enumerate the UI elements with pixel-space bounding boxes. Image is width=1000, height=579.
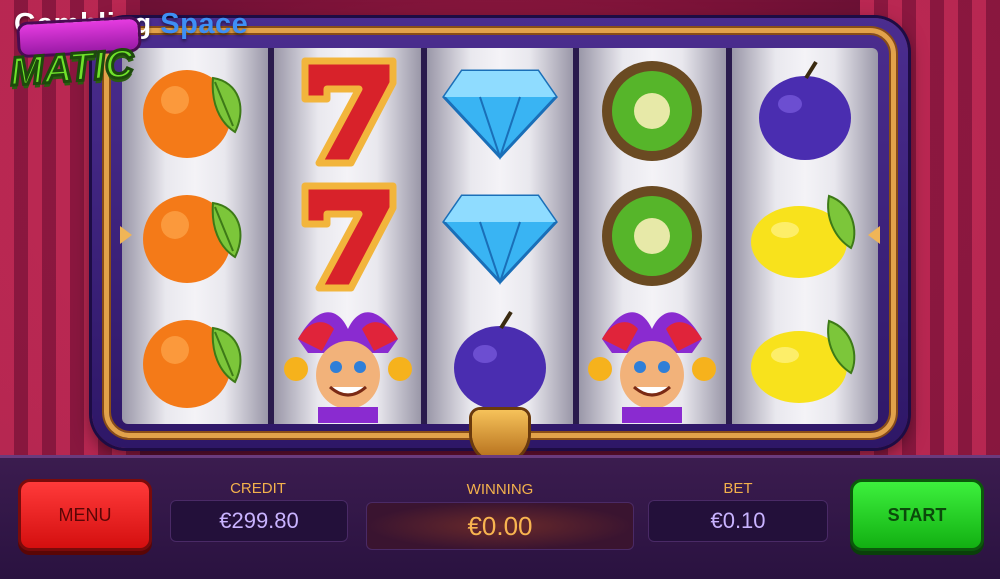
credit-label: CREDIT <box>230 480 286 497</box>
reel-3 <box>426 48 574 424</box>
lemon-icon <box>732 173 878 298</box>
winning-value: €0.00 <box>366 502 634 550</box>
lemon-icon <box>732 299 878 424</box>
start-button[interactable]: START <box>850 479 984 551</box>
plum-icon <box>732 48 878 173</box>
winning-label: WINNING <box>466 481 534 498</box>
orange-icon <box>122 48 268 173</box>
kiwi-icon <box>579 173 725 298</box>
jester-icon <box>579 299 725 424</box>
reel-5 <box>731 48 878 424</box>
reel-area <box>122 48 878 424</box>
orange-icon <box>122 173 268 298</box>
bet-value: €0.10 <box>648 500 828 542</box>
diamond-icon <box>427 48 573 173</box>
diamond-icon <box>427 173 573 298</box>
brand-word-2: Space <box>160 8 249 40</box>
bet-label: BET <box>723 480 753 497</box>
plum-icon <box>427 299 573 424</box>
reel-4 <box>579 48 726 424</box>
kiwi-icon <box>579 48 725 173</box>
reel-2 <box>274 48 421 424</box>
jester-icon <box>274 299 420 424</box>
menu-button[interactable]: MENU <box>18 479 152 551</box>
right-payline-marker-icon <box>868 226 880 244</box>
seven-icon <box>274 173 420 298</box>
game-logo: MATIC <box>7 40 136 96</box>
credit-value: €299.80 <box>170 500 348 542</box>
seven-icon <box>274 48 420 173</box>
orange-icon <box>122 299 268 424</box>
reel-1 <box>122 48 269 424</box>
left-payline-marker-icon <box>120 226 132 244</box>
